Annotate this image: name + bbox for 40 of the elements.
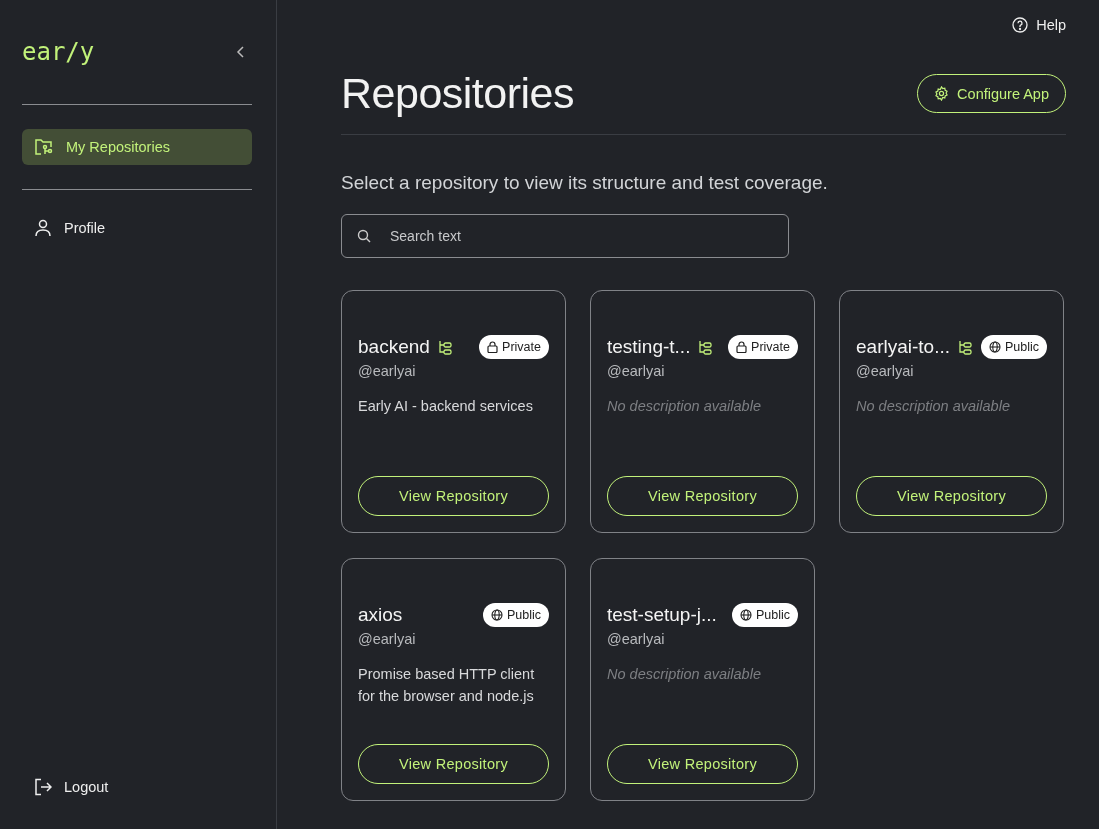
repository-description: No description available — [607, 665, 762, 684]
lock-icon — [736, 341, 748, 353]
repository-name: backend — [358, 336, 430, 358]
user-icon — [34, 219, 52, 237]
repository-description: Promise based HTTP client for the browser and node.js — [358, 665, 536, 706]
logout-link[interactable]: Logout — [22, 769, 252, 805]
chevron-left-icon[interactable] — [236, 46, 246, 58]
repository-description: Early AI - backend services — [358, 397, 534, 416]
repository-description: No description available — [607, 397, 762, 416]
help-link[interactable]: Help — [1012, 17, 1066, 33]
visibility-badge: Public — [980, 335, 1047, 359]
logo: ear/y — [22, 38, 95, 66]
visibility-badge: Private — [479, 335, 549, 359]
repository-name: test-setup-j... — [607, 604, 717, 626]
visibility-badge: Public — [482, 603, 549, 627]
search-icon — [357, 229, 371, 243]
repository-owner: @earlyai — [358, 363, 417, 379]
globe-icon — [739, 609, 752, 621]
logout-icon — [34, 778, 52, 796]
page-title: Repositories — [341, 69, 574, 118]
repository-owner: @earlyai — [358, 631, 417, 647]
folder-icon — [34, 138, 54, 156]
search-field[interactable]: Search text — [341, 214, 789, 258]
repository-owner: @earlyai — [856, 363, 915, 379]
repository-name: axios — [358, 604, 403, 626]
repository-owner: @earlyai — [607, 631, 666, 647]
visibility-badge: Private — [728, 335, 798, 359]
help-icon — [1012, 17, 1029, 33]
repository-owner: @earlyai — [607, 363, 666, 379]
page-subtitle: Select a repository to view its structure and test coverage. — [341, 172, 829, 194]
globe-icon — [490, 609, 503, 621]
repository-name: testing-t... — [607, 336, 691, 358]
globe-icon — [988, 341, 1001, 353]
repository-name: earlyai-to... — [856, 336, 950, 358]
sidebar-nav-item[interactable]: My Repositories — [22, 129, 252, 165]
sidebar-nav-item[interactable]: Profile — [22, 210, 252, 246]
lock-icon — [487, 341, 499, 353]
settings-icon — [934, 86, 950, 101]
visibility-badge: Public — [731, 603, 798, 627]
repository-description: No description available — [856, 397, 1011, 416]
